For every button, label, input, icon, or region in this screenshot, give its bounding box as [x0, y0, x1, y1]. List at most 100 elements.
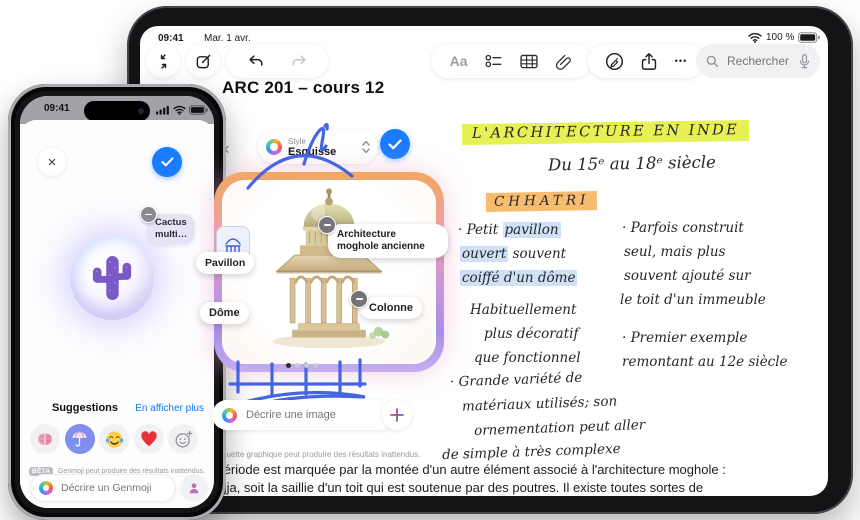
wand-confirm-button[interactable] — [380, 129, 410, 159]
suggestion-umbrella[interactable] — [65, 424, 95, 454]
genmoji-tag-remove[interactable] — [140, 206, 157, 223]
suggestion-heart[interactable] — [134, 424, 164, 454]
compose-icon — [195, 53, 212, 70]
ipad-status-time: 09:41 — [158, 33, 184, 44]
suggestion-new-genmoji[interactable] — [168, 424, 198, 454]
undo-redo-group — [226, 44, 328, 78]
image-pager-dots[interactable] — [286, 355, 322, 373]
label-dome[interactable]: Dôme — [200, 302, 249, 324]
hw-petit-1: · Petit pavillon — [458, 222, 561, 238]
markup-button[interactable] — [605, 52, 624, 71]
share-button[interactable] — [641, 52, 657, 71]
minus-icon — [318, 216, 336, 234]
stage: 09:41 Mar. 1 avr. 100 % Aa — [0, 0, 860, 520]
label-column[interactable]: Colonne — [360, 297, 422, 319]
label-pavilion[interactable]: Pavillon — [196, 252, 254, 274]
apple-intelligence-swirl-icon — [39, 481, 53, 495]
ipad-status-right: 100 % — [748, 32, 820, 43]
describe-image-input[interactable] — [244, 408, 386, 422]
ipad-device: 09:41 Mar. 1 avr. 100 % Aa — [127, 6, 853, 514]
genmoji-tag-line2: multi… — [155, 229, 187, 241]
collapse-arrows-icon — [156, 54, 171, 69]
wand-disclaimer: La baguette graphique peut produire des … — [202, 450, 420, 459]
checklist-button[interactable] — [485, 53, 503, 69]
style-picker[interactable]: Style Esquisse — [258, 130, 378, 164]
brain-icon — [36, 432, 54, 447]
show-more-link[interactable]: En afficher plus — [135, 403, 204, 414]
hw-parfois-1: · Parfois construit — [622, 220, 744, 236]
attach-button[interactable] — [555, 53, 572, 70]
undo-button[interactable] — [247, 53, 265, 69]
table-button[interactable] — [520, 54, 538, 69]
genmoji-tag-line1: Cactus — [155, 217, 187, 229]
text-format-button[interactable]: Aa — [450, 53, 468, 69]
suggestion-row — [30, 424, 198, 454]
wifi-icon — [748, 32, 762, 43]
minus-icon — [140, 206, 157, 223]
genmoji-sheet: × Cactus multi… — [20, 120, 214, 508]
hw-parfois-3: souvent ajouté sur — [624, 268, 751, 284]
describe-genmoji-input[interactable] — [59, 481, 167, 495]
ipad-status-date: Mar. 1 avr. — [204, 33, 251, 44]
hw-habit-1: Habituellement — [470, 302, 576, 318]
compose-button[interactable] — [186, 44, 220, 78]
battery-icon — [189, 105, 208, 115]
style-value: Esquisse — [288, 147, 356, 158]
generated-image — [222, 180, 436, 364]
search-input[interactable] — [725, 53, 799, 69]
label-column-remove[interactable] — [350, 290, 368, 308]
hw-section: CHHATRI — [486, 192, 597, 211]
add-image-button[interactable] — [382, 400, 412, 430]
suggestion-laughing[interactable] — [99, 424, 129, 454]
tools-group: ••• — [588, 44, 704, 78]
iphone-status-icons — [156, 105, 208, 115]
cellular-bars-icon — [156, 105, 170, 115]
laughing-tears-icon — [105, 430, 124, 449]
red-heart-icon — [140, 431, 158, 447]
dynamic-island — [84, 101, 150, 121]
iphone-time: 09:41 — [44, 103, 70, 114]
label-architecture[interactable]: Architecture moghole ancienne — [328, 224, 448, 258]
plus-icon — [390, 408, 404, 422]
collapse-button[interactable] — [146, 44, 180, 78]
iphone-device: 09:41 × Cactus multi… — [8, 84, 226, 520]
describe-genmoji-field[interactable] — [30, 474, 176, 502]
note-title: ARC 201 – cours 12 — [222, 78, 384, 98]
genmoji-close-button[interactable]: × — [38, 148, 66, 176]
iphone-screen: 09:41 × Cactus multi… — [20, 96, 214, 508]
person-icon — [187, 481, 201, 495]
describe-image-field[interactable] — [212, 400, 396, 430]
microphone-icon[interactable] — [799, 54, 810, 69]
new-genmoji-icon — [174, 430, 193, 449]
redo-button[interactable] — [290, 53, 308, 69]
genmoji-confirm-button[interactable] — [152, 147, 182, 177]
hw-petit-3: coiffé d'un dôme — [460, 270, 577, 286]
ipad-screen: 09:41 Mar. 1 avr. 100 % Aa — [140, 26, 828, 496]
xmark-icon: × — [48, 155, 57, 170]
note-paragraph-line2: hhajja, soit la saillie d'un toit qui es… — [202, 480, 703, 495]
suggestions-label: Suggestions — [52, 402, 118, 414]
search-icon — [706, 55, 719, 68]
hw-habit-2: plus décoratif — [484, 326, 578, 342]
checkmark-icon — [161, 157, 174, 167]
hw-parfois-2: seul, mais plus — [624, 244, 725, 260]
hw-premier-2: remontant au 12e siècle — [622, 354, 788, 370]
hw-petit-2: ouvert souvent — [460, 246, 566, 262]
chhatri-pavilion-image — [239, 186, 419, 356]
suggestion-brain[interactable] — [30, 424, 60, 454]
battery-icon — [798, 32, 820, 43]
checkmark-icon — [388, 139, 402, 150]
search-field[interactable] — [696, 44, 820, 78]
person-genmoji-button[interactable] — [180, 474, 208, 502]
apple-intelligence-swirl-icon — [222, 408, 237, 423]
minus-icon — [350, 290, 368, 308]
more-button[interactable]: ••• — [675, 56, 687, 66]
label-architecture-remove[interactable] — [318, 216, 336, 234]
ipad-time: 09:41 — [158, 33, 184, 44]
battery-percent: 100 % — [766, 32, 794, 43]
genmoji-bubble — [70, 236, 154, 320]
hw-habit-3: que fonctionnel — [474, 350, 581, 366]
hw-grande-4: de simple à très complexe — [442, 441, 621, 463]
hw-heading: L'ARCHITECTURE EN INDE — [462, 122, 749, 143]
rainbow-cactus-genmoji — [90, 252, 134, 304]
